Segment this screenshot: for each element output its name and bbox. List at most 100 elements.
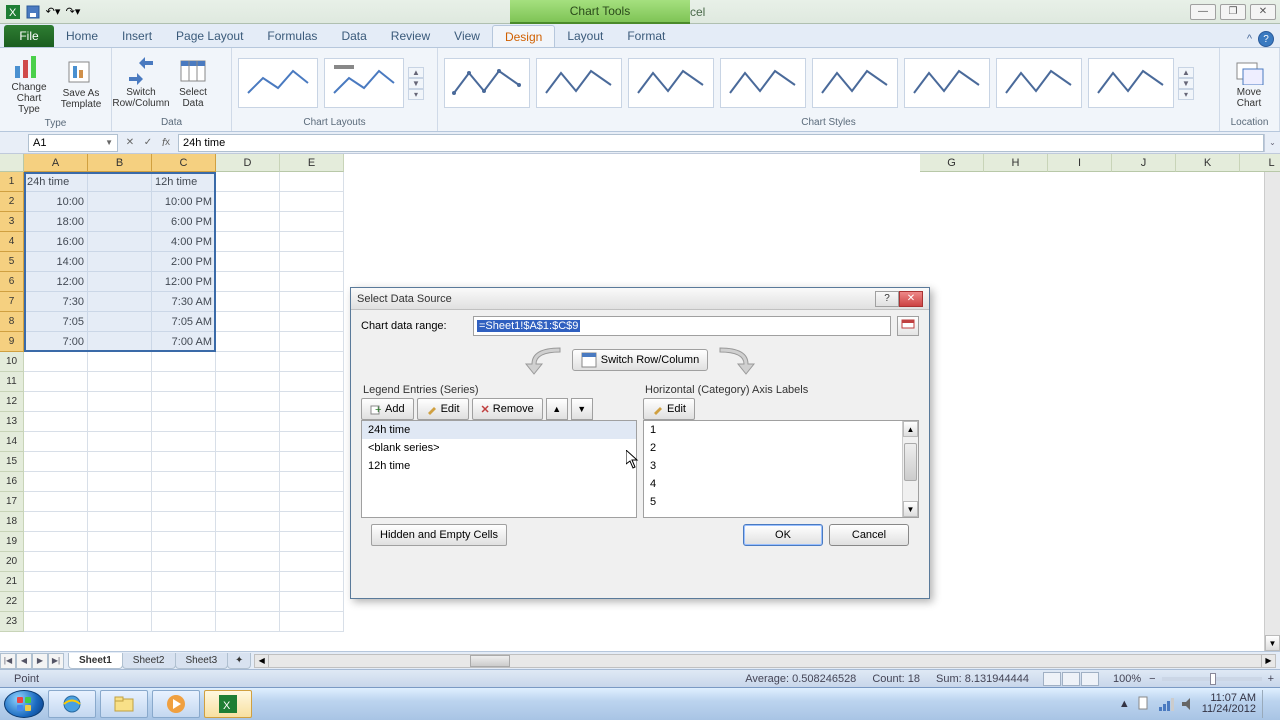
taskbar-media-icon[interactable]	[152, 690, 200, 718]
fx-icon[interactable]: fx	[158, 135, 174, 151]
cell[interactable]	[24, 352, 88, 372]
cell[interactable]	[152, 612, 216, 632]
row-header[interactable]: 23	[0, 612, 24, 632]
move-chart-button[interactable]: Move Chart	[1224, 55, 1274, 111]
cell[interactable]	[216, 612, 280, 632]
cell[interactable]	[280, 452, 344, 472]
cell[interactable]	[88, 452, 152, 472]
name-box[interactable]: A1▼	[28, 134, 118, 152]
tab-data[interactable]: Data	[329, 25, 378, 47]
cell[interactable]	[216, 312, 280, 332]
column-header[interactable]: L	[1240, 154, 1280, 172]
cell[interactable]	[216, 572, 280, 592]
cell[interactable]: 10:00	[24, 192, 88, 212]
cell[interactable]	[216, 532, 280, 552]
tray-network-icon[interactable]	[1158, 696, 1174, 712]
ok-button[interactable]: OK	[743, 524, 823, 546]
cell[interactable]	[280, 252, 344, 272]
cell[interactable]	[152, 412, 216, 432]
cell[interactable]	[88, 392, 152, 412]
cell[interactable]	[152, 392, 216, 412]
tab-layout[interactable]: Layout	[555, 25, 615, 47]
cell[interactable]	[88, 432, 152, 452]
cell[interactable]: 4:00 PM	[152, 232, 216, 252]
list-item[interactable]: <blank series>	[362, 439, 636, 457]
cell[interactable]	[88, 492, 152, 512]
listbox-scrollbar[interactable]: ▲▼	[902, 421, 918, 517]
style-more-icon[interactable]: ▾	[1178, 89, 1194, 100]
tab-format[interactable]: Format	[615, 25, 677, 47]
cell[interactable]	[280, 232, 344, 252]
excel-icon[interactable]: X	[4, 3, 22, 21]
edit-series-button[interactable]: Edit	[417, 398, 469, 420]
tab-home[interactable]: Home	[54, 25, 110, 47]
layout-up-icon[interactable]: ▲	[408, 67, 424, 78]
undo-icon[interactable]: ↶▾	[44, 3, 62, 21]
row-header[interactable]: 8	[0, 312, 24, 332]
enter-formula-icon[interactable]: ✓	[140, 135, 156, 151]
cell[interactable]	[280, 412, 344, 432]
cell[interactable]	[216, 372, 280, 392]
cell[interactable]	[88, 612, 152, 632]
switch-row-column-dialog-button[interactable]: Switch Row/Column	[572, 349, 708, 371]
cell[interactable]	[216, 332, 280, 352]
cell[interactable]	[88, 512, 152, 532]
cell[interactable]	[216, 492, 280, 512]
cell[interactable]	[216, 192, 280, 212]
row-header[interactable]: 12	[0, 392, 24, 412]
axis-listbox[interactable]: 1 2 3 4 5 ▲▼	[643, 420, 919, 518]
sheet-nav-prev-icon[interactable]: ◀	[16, 653, 32, 669]
cell[interactable]	[24, 452, 88, 472]
tab-formulas[interactable]: Formulas	[255, 25, 329, 47]
row-header[interactable]: 6	[0, 272, 24, 292]
chart-data-range-input[interactable]: =Sheet1!$A$1:$C$9	[473, 316, 891, 336]
list-item[interactable]: 3	[644, 457, 918, 475]
chart-style-thumb[interactable]	[904, 58, 990, 108]
chart-style-thumb[interactable]	[444, 58, 530, 108]
row-header[interactable]: 10	[0, 352, 24, 372]
tray-show-hidden-icon[interactable]: ▲	[1119, 698, 1130, 710]
cell[interactable]: 12h time	[152, 172, 216, 192]
series-listbox[interactable]: 24h time <blank series> 12h time	[361, 420, 637, 518]
cell[interactable]: 12:00	[24, 272, 88, 292]
cell[interactable]	[24, 392, 88, 412]
cell[interactable]	[216, 512, 280, 532]
sheet-nav-last-icon[interactable]: ▶|	[48, 653, 64, 669]
row-header[interactable]: 11	[0, 372, 24, 392]
cell[interactable]	[280, 612, 344, 632]
cell[interactable]	[216, 432, 280, 452]
restore-button[interactable]: ❐	[1220, 4, 1246, 20]
start-button[interactable]	[4, 690, 44, 718]
cell[interactable]	[88, 332, 152, 352]
row-header[interactable]: 7	[0, 292, 24, 312]
cell[interactable]	[24, 372, 88, 392]
save-as-template-button[interactable]: Save As Template	[56, 56, 106, 112]
minimize-ribbon-icon[interactable]: ^	[1247, 33, 1252, 45]
cell[interactable]: 24h time	[24, 172, 88, 192]
cell[interactable]	[216, 272, 280, 292]
cell[interactable]: 7:30 AM	[152, 292, 216, 312]
list-item[interactable]: 2	[644, 439, 918, 457]
change-chart-type-button[interactable]: Change Chart Type	[4, 50, 54, 117]
cell[interactable]	[280, 172, 344, 192]
cell[interactable]	[24, 472, 88, 492]
dialog-close-button[interactable]: ✕	[899, 291, 923, 307]
cell[interactable]	[152, 552, 216, 572]
row-header[interactable]: 22	[0, 592, 24, 612]
taskbar-ie-icon[interactable]	[48, 690, 96, 718]
tab-insert[interactable]: Insert	[110, 25, 164, 47]
chart-style-thumb[interactable]	[720, 58, 806, 108]
tab-design[interactable]: Design	[492, 25, 555, 47]
tab-file[interactable]: File	[4, 25, 54, 47]
dialog-titlebar[interactable]: Select Data Source ? ✕	[351, 288, 929, 310]
zoom-out-button[interactable]: −	[1149, 673, 1155, 685]
cell[interactable]	[280, 512, 344, 532]
cell[interactable]	[88, 292, 152, 312]
row-header[interactable]: 16	[0, 472, 24, 492]
cell[interactable]: 10:00 PM	[152, 192, 216, 212]
cell[interactable]	[24, 532, 88, 552]
cell[interactable]	[216, 212, 280, 232]
cell[interactable]	[152, 512, 216, 532]
zoom-slider[interactable]	[1162, 677, 1262, 681]
cell[interactable]	[88, 192, 152, 212]
